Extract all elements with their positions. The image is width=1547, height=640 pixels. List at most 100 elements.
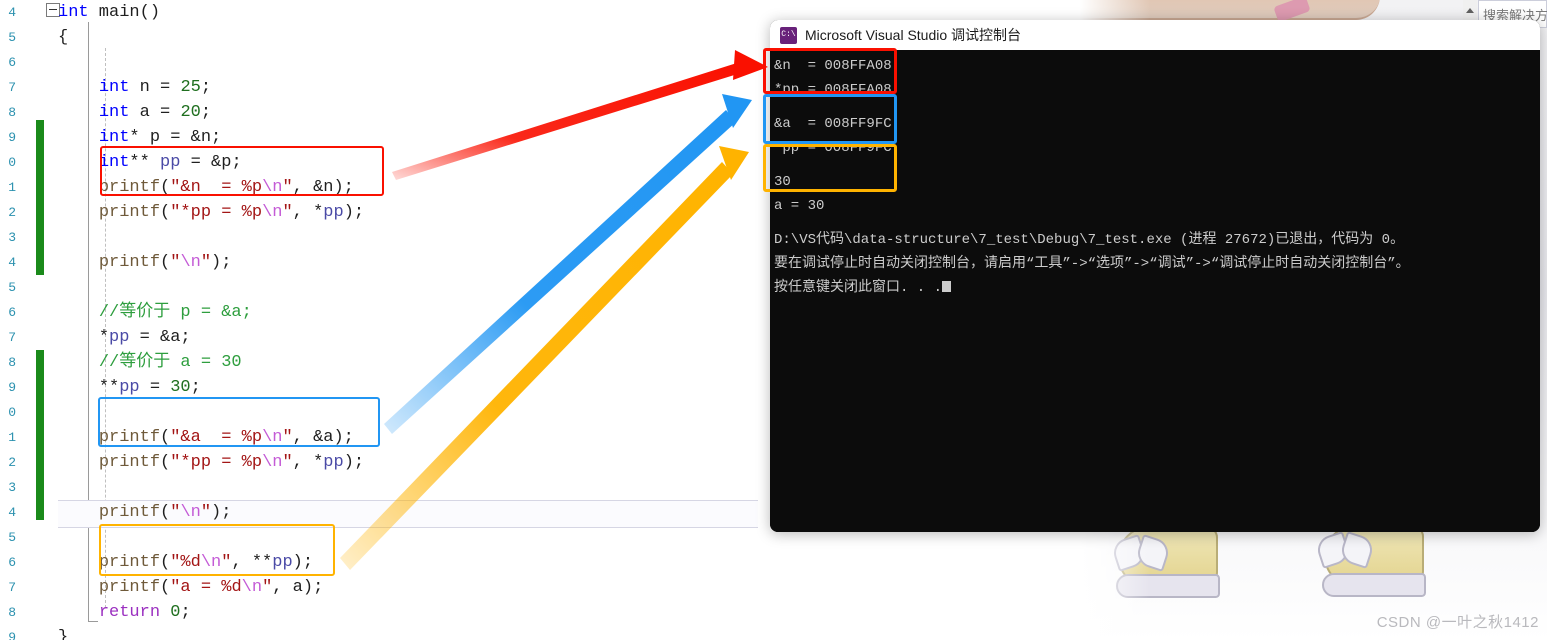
console-line: a = 30 bbox=[774, 198, 825, 214]
code-token: pp bbox=[323, 203, 344, 222]
code-line[interactable]: int n = 25; bbox=[58, 75, 770, 100]
code-line[interactable]: { bbox=[58, 25, 770, 50]
code-token: pp bbox=[160, 153, 181, 172]
code-line[interactable]: *pp = &a; bbox=[58, 325, 770, 350]
console-line: 按任意键关闭此窗口. . . bbox=[774, 276, 1540, 300]
code-token: , * bbox=[292, 203, 324, 222]
code-line[interactable] bbox=[58, 275, 770, 300]
code-token: " bbox=[200, 503, 212, 522]
code-token: " bbox=[282, 203, 293, 222]
code-token: "%d bbox=[170, 553, 201, 572]
code-line[interactable]: //等价于 p = &a; bbox=[58, 300, 770, 325]
code-line[interactable]: printf("\n"); bbox=[58, 250, 770, 275]
code-line[interactable] bbox=[58, 475, 770, 500]
code-token: = &a; bbox=[129, 328, 191, 347]
line-number: 9 bbox=[8, 130, 16, 145]
line-number: 0 bbox=[8, 405, 16, 420]
source-code-text[interactable]: int main(){ int n = 25; int a = 20; int*… bbox=[58, 0, 770, 640]
code-line[interactable]: int a = 20; bbox=[58, 100, 770, 125]
code-token: pp bbox=[119, 378, 140, 397]
code-token: \n bbox=[180, 503, 201, 522]
code-token: printf bbox=[98, 178, 161, 197]
code-token: n = bbox=[129, 78, 181, 97]
line-number: 4 bbox=[8, 505, 16, 520]
csdn-watermark: CSDN @一叶之秋1412 bbox=[1376, 614, 1539, 631]
code-token: //等价于 a = 30 bbox=[98, 353, 242, 372]
code-token: ( bbox=[160, 503, 171, 522]
line-number: 5 bbox=[8, 280, 16, 295]
code-line[interactable]: printf("*pp = %p\n", *pp); bbox=[58, 450, 770, 475]
code-token: printf bbox=[98, 578, 161, 597]
code-token: ( bbox=[160, 453, 171, 472]
code-line[interactable]: } bbox=[58, 625, 770, 640]
change-bar-lower bbox=[36, 350, 44, 520]
code-token: , * bbox=[292, 453, 324, 472]
code-token: * p = &n; bbox=[129, 128, 222, 147]
gold-highlight-box-console bbox=[763, 144, 897, 192]
scroll-up-arrow-icon[interactable] bbox=[1463, 0, 1477, 22]
code-line[interactable] bbox=[58, 225, 770, 250]
code-line[interactable] bbox=[58, 400, 770, 425]
code-line[interactable]: printf("&a = %p\n", &a); bbox=[58, 425, 770, 450]
line-number: 5 bbox=[8, 530, 16, 545]
code-token: int bbox=[58, 3, 89, 22]
code-line[interactable]: int** pp = &p; bbox=[58, 150, 770, 175]
code-token: //等价于 p = &a; bbox=[98, 303, 252, 322]
code-line[interactable]: printf("%d\n", **pp); bbox=[58, 550, 770, 575]
code-token: " bbox=[282, 428, 293, 447]
code-token: int bbox=[98, 78, 130, 97]
code-line[interactable]: int* p = &n; bbox=[58, 125, 770, 150]
code-token: "*pp = %p bbox=[170, 453, 263, 472]
code-token: ** bbox=[129, 153, 161, 172]
code-token: "a = %d bbox=[170, 578, 242, 597]
code-line[interactable]: //等价于 a = 30 bbox=[58, 350, 770, 375]
code-line[interactable]: **pp = 30; bbox=[58, 375, 770, 400]
code-token: pp bbox=[109, 328, 130, 347]
code-token: 0 bbox=[170, 603, 181, 622]
code-token: \n bbox=[262, 453, 283, 472]
red-highlight-box-console bbox=[763, 48, 897, 94]
code-token: " bbox=[170, 253, 181, 272]
code-token: , &n); bbox=[292, 178, 354, 197]
code-token: printf bbox=[98, 428, 161, 447]
code-token: \n bbox=[262, 428, 283, 447]
code-token: int bbox=[98, 153, 130, 172]
code-line[interactable]: printf("&n = %p\n", &n); bbox=[58, 175, 770, 200]
code-line[interactable] bbox=[58, 50, 770, 75]
code-token: "*pp = %p bbox=[170, 203, 263, 222]
code-token: , ** bbox=[231, 553, 273, 572]
code-token: 25 bbox=[180, 78, 201, 97]
line-number: 2 bbox=[8, 205, 16, 220]
console-title-text: Microsoft Visual Studio 调试控制台 bbox=[805, 27, 1022, 43]
line-number: 5 bbox=[8, 30, 16, 45]
blue-highlight-box-console bbox=[763, 94, 897, 144]
code-line[interactable] bbox=[58, 525, 770, 550]
code-editor-pane[interactable]: 4 5 6 7 8 9 0 1 2 3 4 5 6 7 8 9 0 1 2 3 4 5 6 7 8 9 int main() { i… bbox=[0, 0, 770, 640]
code-line[interactable]: printf("a = %d\n", a); bbox=[58, 575, 770, 600]
code-token: ); bbox=[211, 503, 232, 522]
code-token: ); bbox=[343, 203, 365, 222]
code-token: " bbox=[221, 553, 232, 572]
console-line: D:\VS代码\data-structure\7_test\Debug\7_te… bbox=[774, 232, 1405, 248]
code-token: ; bbox=[200, 103, 212, 122]
line-number: 3 bbox=[8, 480, 16, 495]
code-token: ( bbox=[160, 428, 171, 447]
code-line[interactable]: return 0; bbox=[58, 600, 770, 625]
code-token: ** bbox=[98, 378, 120, 397]
code-line[interactable]: int main() bbox=[58, 0, 770, 25]
code-token: = bbox=[139, 378, 171, 397]
code-token: \n bbox=[200, 553, 222, 572]
code-token: " bbox=[200, 253, 212, 272]
console-title-bar[interactable]: C:\ Microsoft Visual Studio 调试控制台 bbox=[770, 20, 1540, 50]
code-line[interactable]: printf("\n"); bbox=[58, 500, 770, 525]
code-line[interactable]: printf("*pp = %p\n", *pp); bbox=[58, 200, 770, 225]
code-token: " bbox=[282, 178, 293, 197]
line-number: 6 bbox=[8, 55, 16, 70]
code-token: int bbox=[98, 103, 130, 122]
